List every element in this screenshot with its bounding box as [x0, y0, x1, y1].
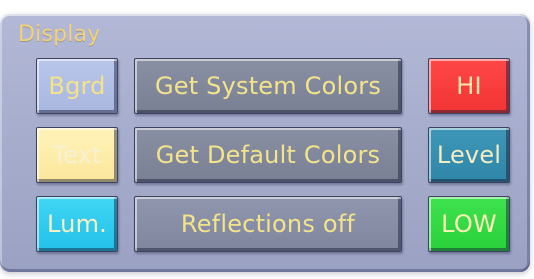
bgrd-color-button[interactable]: Bgrd: [36, 58, 118, 114]
get-default-colors-button[interactable]: Get Default Colors: [134, 127, 402, 183]
reflections-off-button[interactable]: Reflections off: [134, 196, 402, 252]
panel-title: Display: [18, 22, 101, 47]
text-color-button[interactable]: Text: [36, 127, 118, 183]
text-button-label: Text: [52, 141, 102, 169]
low-button-label: LOW: [441, 210, 497, 238]
get-system-colors-label: Get System Colors: [154, 72, 382, 100]
level-color-button[interactable]: Level: [428, 127, 510, 183]
get-system-colors-button[interactable]: Get System Colors: [134, 58, 402, 114]
lum-button-label: Lum.: [47, 210, 107, 238]
bgrd-button-label: Bgrd: [48, 72, 106, 100]
reflections-off-label: Reflections off: [180, 210, 356, 238]
lum-color-button[interactable]: Lum.: [36, 196, 118, 252]
hi-color-button[interactable]: HI: [428, 58, 510, 114]
hi-button-label: HI: [456, 72, 482, 100]
get-default-colors-label: Get Default Colors: [155, 141, 381, 169]
low-color-button[interactable]: LOW: [428, 196, 510, 252]
level-button-label: Level: [436, 141, 502, 169]
